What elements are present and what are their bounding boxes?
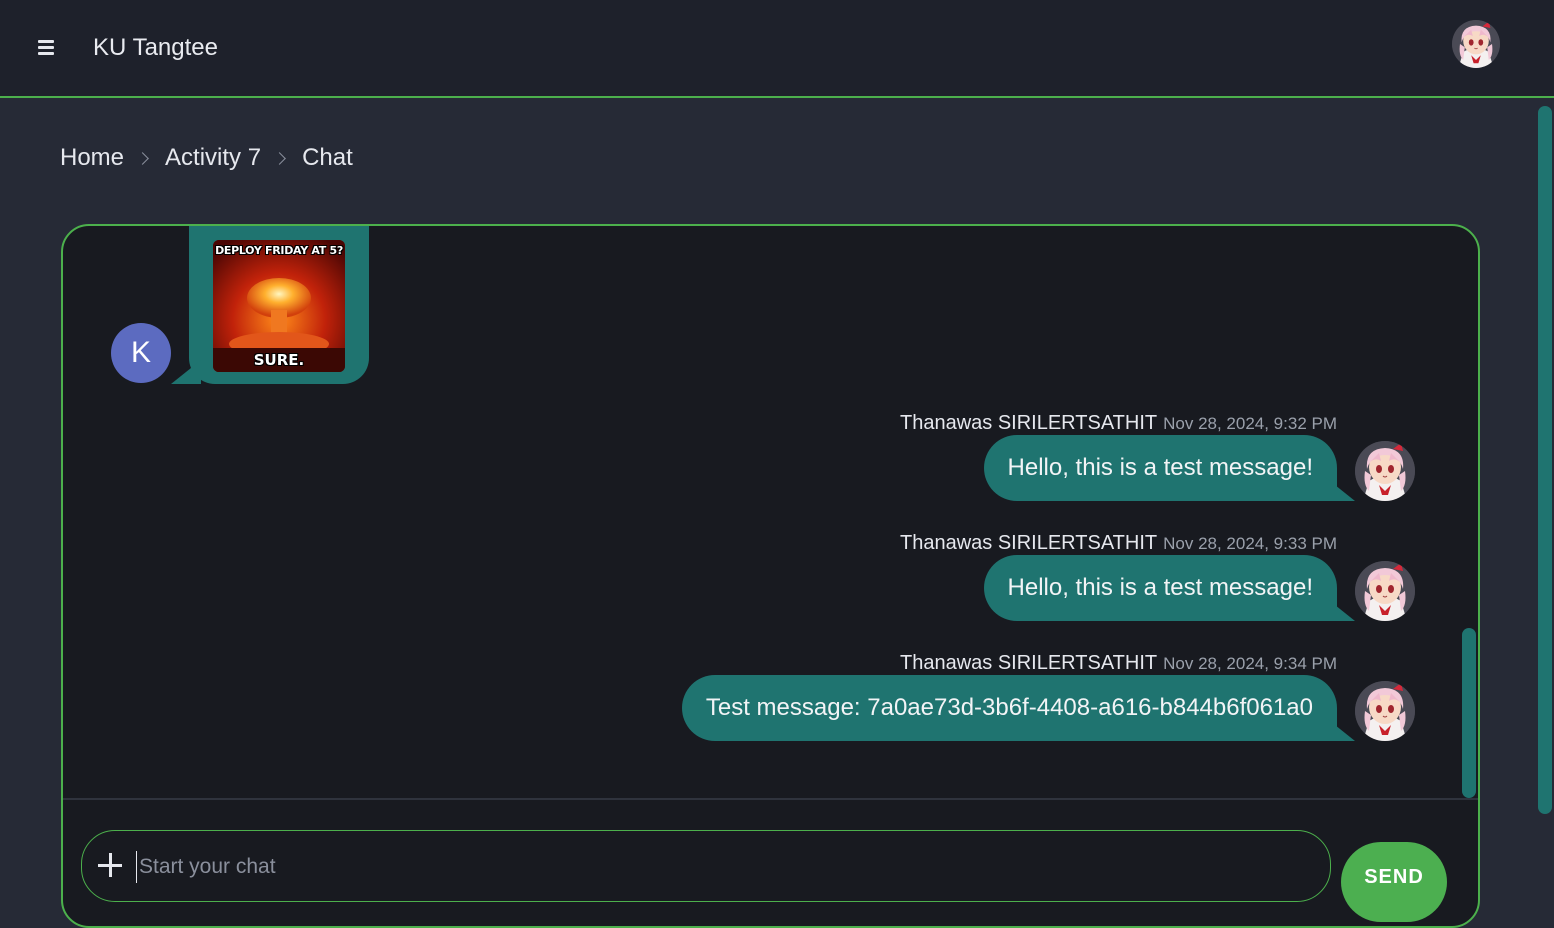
sender-name: Thanawas SIRILERTSATHIT <box>899 532 1158 554</box>
breadcrumb-home[interactable]: Home <box>60 144 124 172</box>
meme-image[interactable]: DEPLOY FRIDAY AT 5? SURE. <box>213 240 345 372</box>
top-app-bar: KU Tangtee <box>0 0 1554 98</box>
message-text: Hello, this is a test message! <box>1007 454 1313 481</box>
message-text: Test message: 7a0ae73d-3b6f-4408-a616-b8… <box>705 694 1313 721</box>
page-scrollbar[interactable] <box>1538 106 1552 814</box>
meme-bottom-caption: SURE. <box>253 351 305 369</box>
breadcrumb: Home Activity 7 Chat <box>60 144 353 172</box>
sender-name: Thanawas SIRILERTSATHIT <box>899 412 1158 434</box>
chat-message: Thanawas SIRILERTSATHIT Nov 28, 2024, 9:3… <box>63 412 1478 532</box>
chat-message: Thanawas SIRILERTSATHIT Nov 28, 2024, 9:3… <box>63 532 1478 652</box>
chevron-right-icon <box>136 151 149 165</box>
sender-avatar: K <box>111 323 171 383</box>
sender-avatar <box>1355 561 1415 621</box>
anime-avatar-icon <box>1355 561 1415 621</box>
message-meta: Thanawas SIRILERTSATHIT Nov 28, 2024, 9:3… <box>900 652 1337 675</box>
sender-avatar <box>1355 441 1415 501</box>
user-avatar[interactable] <box>1452 20 1500 68</box>
message-meta: Thanawas SIRILERTSATHIT Nov 28, 2024, 9:3… <box>900 532 1337 555</box>
chat-composer <box>81 830 1331 902</box>
message-time: Nov 28, 2024, 9:32 PM <box>1163 414 1337 433</box>
breadcrumb-activity[interactable]: Activity 7 <box>165 144 261 172</box>
chat-message: Thanawas SIRILERTSATHIT Nov 28, 2024, 9:3… <box>63 652 1478 772</box>
chat-scrollbar[interactable] <box>1462 628 1476 798</box>
sender-name: Thanawas SIRILERTSATHIT <box>899 652 1158 674</box>
message-time: Nov 28, 2024, 9:34 PM <box>1163 654 1337 673</box>
composer-divider <box>63 798 1478 800</box>
anime-avatar-icon <box>1355 681 1415 741</box>
sender-avatar <box>1355 681 1415 741</box>
message-bubble: Hello, this is a test message! <box>983 435 1355 501</box>
chat-input[interactable] <box>136 851 1291 883</box>
anime-avatar-icon <box>1355 441 1415 501</box>
image-message-bubble: DEPLOY FRIDAY AT 5? SURE. <box>171 226 369 384</box>
chevron-right-icon <box>273 151 286 165</box>
meme-top-caption: DEPLOY FRIDAY AT 5? <box>215 244 343 257</box>
app-title: KU Tangtee <box>93 34 218 61</box>
message-meta: Thanawas SIRILERTSATHIT Nov 28, 2024, 9:3… <box>900 412 1337 435</box>
chat-panel: K DEPLOY FRIDAY AT 5? SURE. Thanawas SIR… <box>61 224 1480 928</box>
message-bubble: Test message: 7a0ae73d-3b6f-4408-a616-b8… <box>681 675 1355 741</box>
plus-icon[interactable] <box>98 853 122 877</box>
hamburger-icon[interactable] <box>36 38 56 58</box>
message-text: Hello, this is a test message! <box>1007 574 1313 601</box>
anime-avatar-icon <box>1452 20 1500 68</box>
message-time: Nov 28, 2024, 9:33 PM <box>1163 534 1337 553</box>
breadcrumb-chat: Chat <box>302 144 353 171</box>
message-bubble: Hello, this is a test message! <box>983 555 1355 621</box>
send-button[interactable]: SEND <box>1341 842 1447 922</box>
